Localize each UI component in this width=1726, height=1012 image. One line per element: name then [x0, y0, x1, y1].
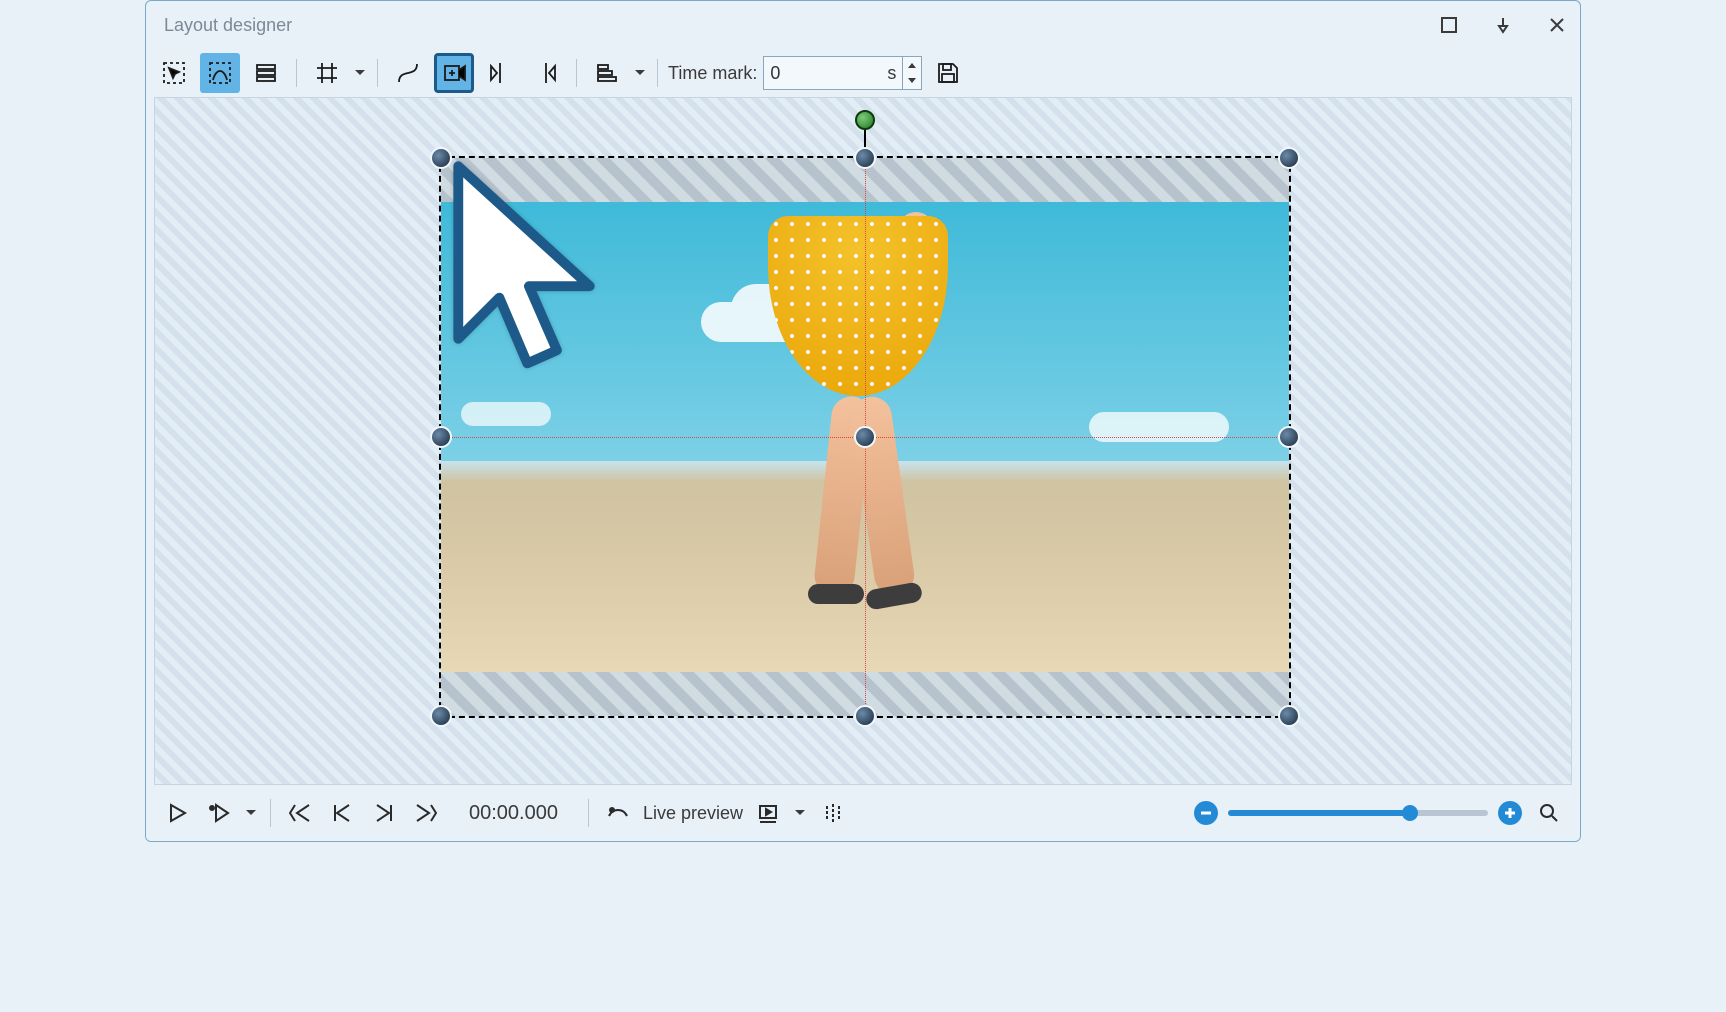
- resize-handle-tr[interactable]: [1278, 147, 1300, 169]
- image-cloud: [461, 402, 551, 426]
- play-range-icon: [208, 802, 230, 824]
- rotation-handle[interactable]: [855, 110, 875, 130]
- save-icon: [935, 60, 961, 86]
- close-icon: [1548, 16, 1566, 34]
- toolbar-separator: [576, 59, 577, 87]
- order-dropdown[interactable]: [633, 53, 647, 93]
- flip-vertical-icon: [533, 60, 559, 86]
- toolbar-separator: [657, 59, 658, 87]
- maximize-icon: [1440, 16, 1458, 34]
- time-mark-label: Time mark:: [668, 63, 757, 84]
- eye-icon: [607, 802, 629, 824]
- zoom-slider-thumb[interactable]: [1402, 805, 1418, 821]
- minus-icon: [1199, 806, 1213, 820]
- resize-handle-bm[interactable]: [854, 705, 876, 727]
- zoom-slider-group: [1194, 796, 1566, 830]
- split-preview-button[interactable]: [815, 796, 849, 830]
- preview-mode-dropdown[interactable]: [793, 793, 807, 833]
- crop-video-icon: [441, 60, 467, 86]
- resize-handle-br[interactable]: [1278, 705, 1300, 727]
- playback-toolbar: 00:00.000 Live preview: [146, 785, 1580, 841]
- resize-handle-mr[interactable]: [1278, 426, 1300, 448]
- order-button[interactable]: [587, 53, 627, 93]
- time-mark-spin-down[interactable]: [903, 73, 921, 89]
- close-button[interactable]: [1544, 12, 1570, 38]
- pin-icon: [1494, 16, 1512, 34]
- window-title: Layout designer: [164, 15, 292, 36]
- live-preview-label: Live preview: [643, 803, 743, 824]
- next-frame-icon: [373, 802, 395, 824]
- toolbar-separator: [377, 59, 378, 87]
- timecode-display: 00:00.000: [469, 802, 558, 825]
- skip-end-icon: [415, 802, 437, 824]
- resize-handle-tm[interactable]: [854, 147, 876, 169]
- plus-icon: [1503, 806, 1517, 820]
- zoom-in-button[interactable]: [1498, 801, 1522, 825]
- go-end-button[interactable]: [409, 796, 443, 830]
- zoom-slider-fill: [1228, 810, 1410, 816]
- curve-icon: [395, 60, 421, 86]
- snap-grid-dropdown[interactable]: [353, 53, 367, 93]
- pin-button[interactable]: [1490, 12, 1516, 38]
- order-icon: [594, 60, 620, 86]
- layout-designer-window: Layout designer: [145, 0, 1581, 842]
- zoom-out-button[interactable]: [1194, 801, 1218, 825]
- chevron-down-icon: [794, 807, 806, 819]
- save-button[interactable]: [928, 53, 968, 93]
- image-person: [748, 202, 948, 586]
- play-icon: [166, 802, 188, 824]
- main-toolbar: Time mark: s: [146, 49, 1580, 97]
- time-mark-input-group: s: [763, 56, 922, 90]
- cursor-arrow-icon: [439, 158, 609, 388]
- flip-vertical-button[interactable]: [526, 53, 566, 93]
- select-tool-button[interactable]: [154, 53, 194, 93]
- flip-horizontal-button[interactable]: [480, 53, 520, 93]
- caret-up-icon: [908, 62, 916, 68]
- snap-grid-button[interactable]: [307, 53, 347, 93]
- zoom-slider[interactable]: [1228, 810, 1488, 816]
- time-mark-input[interactable]: [764, 57, 881, 89]
- toolbar-separator: [588, 799, 589, 827]
- zoom-fit-button[interactable]: [1532, 796, 1566, 830]
- bezier-icon: [207, 60, 233, 86]
- resize-handle-ml[interactable]: [430, 426, 452, 448]
- snap-grid-icon: [314, 60, 340, 86]
- prev-frame-icon: [331, 802, 353, 824]
- time-mark-unit: s: [881, 63, 902, 84]
- maximize-button[interactable]: [1436, 12, 1462, 38]
- chevron-down-icon: [354, 67, 366, 79]
- prev-frame-button[interactable]: [325, 796, 359, 830]
- crop-video-button[interactable]: [434, 53, 474, 93]
- go-start-button[interactable]: [283, 796, 317, 830]
- play-dropdown[interactable]: [244, 793, 258, 833]
- resize-handle-mm[interactable]: [854, 426, 876, 448]
- time-mark-spin-up[interactable]: [903, 57, 921, 73]
- next-frame-button[interactable]: [367, 796, 401, 830]
- canvas-workspace[interactable]: [154, 97, 1572, 785]
- time-mark-spinner: [902, 57, 921, 89]
- toolbar-separator: [296, 59, 297, 87]
- titlebar: Layout designer: [146, 1, 1580, 49]
- live-preview-eye-button[interactable]: [601, 796, 635, 830]
- resize-handle-bl[interactable]: [430, 705, 452, 727]
- layers-icon: [253, 60, 279, 86]
- layers-button[interactable]: [246, 53, 286, 93]
- preview-mode-icon: [757, 802, 779, 824]
- flip-horizontal-icon: [487, 60, 513, 86]
- tutorial-cursor-overlay: [439, 158, 609, 391]
- play-button[interactable]: [160, 796, 194, 830]
- caret-down-icon: [908, 78, 916, 84]
- zoom-fit-icon: [1538, 802, 1560, 824]
- window-controls: [1436, 12, 1570, 38]
- skip-start-icon: [289, 802, 311, 824]
- play-range-button[interactable]: [202, 796, 236, 830]
- chevron-down-icon: [634, 67, 646, 79]
- toolbar-separator: [270, 799, 271, 827]
- split-icon: [821, 802, 843, 824]
- curve-tool-button[interactable]: [388, 53, 428, 93]
- chevron-down-icon: [245, 807, 257, 819]
- bezier-tool-button[interactable]: [200, 53, 240, 93]
- preview-mode-button[interactable]: [751, 796, 785, 830]
- select-icon: [161, 60, 187, 86]
